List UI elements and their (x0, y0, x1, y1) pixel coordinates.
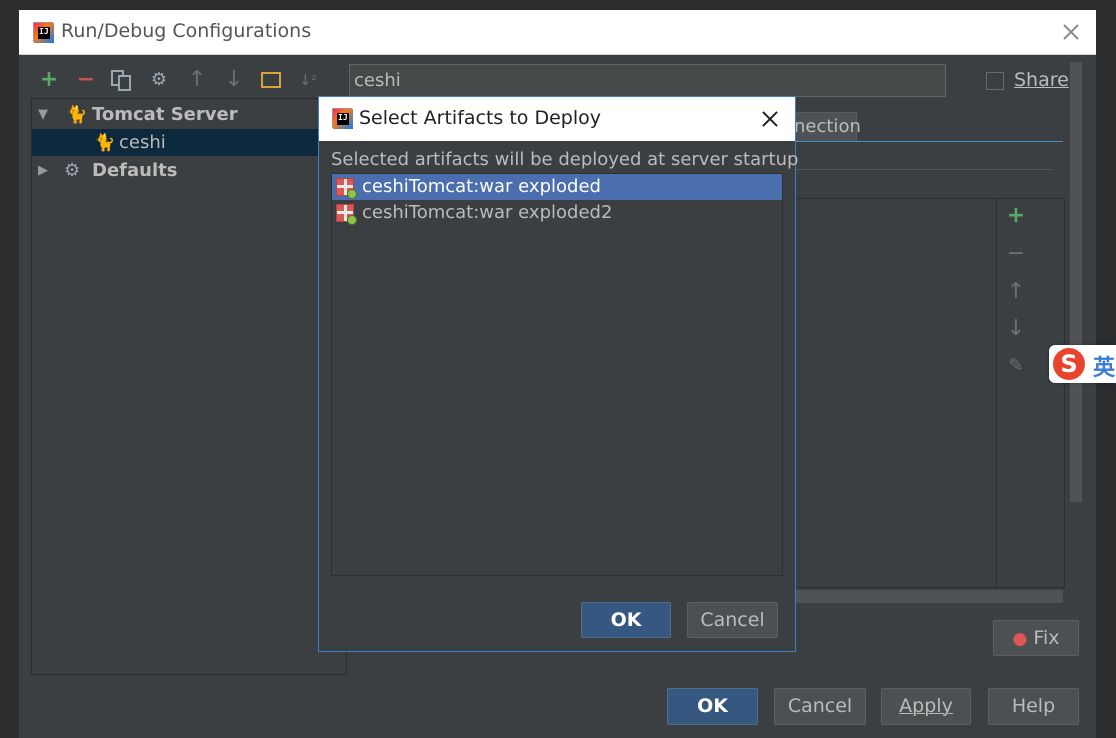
sogou-logo-icon: S (1053, 348, 1085, 380)
chevron-down-icon[interactable]: ▼ (38, 101, 48, 128)
apply-button[interactable]: Apply (881, 688, 971, 725)
config-name-field[interactable]: ceshi (349, 64, 946, 97)
warning-bulb-icon: ● (1012, 629, 1028, 649)
move-up-icon[interactable]: ↑ (185, 68, 209, 92)
share-label[interactable]: Share (1014, 69, 1069, 91)
configurations-tree: ▼ 🐈 Tomcat Server 🐈 ceshi ▶ ⚙ Defaults (31, 98, 347, 675)
dialog-close-icon[interactable] (762, 111, 778, 127)
tree-item-label: ceshi (119, 132, 166, 153)
cancel-button[interactable]: Cancel (774, 688, 866, 725)
tomcat-icon: 🐈 (66, 105, 88, 125)
window-title: Run/Debug Configurations (61, 20, 312, 42)
edit-defaults-icon[interactable]: ⚙ (147, 68, 171, 92)
move-down-icon[interactable]: ↓ (222, 68, 246, 92)
tab-underline (795, 141, 1063, 142)
horizontal-scrollbar[interactable] (795, 590, 1063, 603)
window-close-icon[interactable] (1063, 24, 1079, 40)
tree-item-label: Tomcat Server (92, 104, 238, 125)
help-button[interactable]: Help (988, 688, 1079, 725)
share-checkbox[interactable] (986, 72, 1004, 90)
web-module-badge-icon (347, 189, 357, 199)
dialog-title-bar: IJ Select Artifacts to Deploy (319, 97, 795, 141)
move-up-icon[interactable]: ↑ (1006, 281, 1026, 303)
ime-mode-label: 英 (1093, 356, 1116, 381)
artifact-label: ceshiTomcat:war exploded2 (362, 202, 613, 223)
edit-icon[interactable]: ✎ (1006, 356, 1026, 376)
select-artifacts-dialog: IJ Select Artifacts to Deploy Selected a… (318, 96, 799, 652)
remove-icon[interactable]: − (1006, 243, 1026, 265)
artifacts-list: ceshiTomcat:war exploded ceshiTomcat:war… (331, 173, 783, 576)
ime-toolbar[interactable]: S 英 (1049, 345, 1116, 383)
window-title-bar: IJ Run/Debug Configurations (19, 10, 1096, 55)
add-icon[interactable]: + (37, 68, 61, 92)
fix-button[interactable]: ● Fix (993, 620, 1079, 656)
dialog-description: Selected artifacts will be deployed at s… (331, 149, 799, 170)
wrench-icon: ⚙ (64, 160, 81, 181)
vertical-scrollbar[interactable] (1070, 62, 1082, 502)
dialog-ok-button[interactable]: OK (581, 602, 671, 638)
copy-icon[interactable] (111, 70, 133, 92)
tab-connection[interactable]: nection (794, 112, 861, 142)
divider (996, 198, 997, 588)
web-module-badge-icon (347, 215, 357, 225)
add-icon[interactable]: + (1006, 205, 1026, 227)
tree-item-tomcat-server[interactable]: ▼ 🐈 Tomcat Server (32, 101, 346, 128)
sort-alphabetically-icon[interactable]: ↓ᶻ (296, 68, 320, 92)
tree-item-label: Defaults (92, 160, 178, 181)
divider (795, 169, 1053, 170)
tomcat-config-icon: 🐈 (94, 133, 116, 153)
remove-icon[interactable]: − (74, 68, 98, 92)
move-down-icon[interactable]: ↓ (1006, 318, 1026, 340)
artifact-label: ceshiTomcat:war exploded (362, 176, 601, 197)
tree-item-ceshi[interactable]: 🐈 ceshi (32, 129, 346, 156)
chevron-right-icon[interactable]: ▶ (38, 157, 48, 184)
dialog-cancel-button[interactable]: Cancel (687, 602, 778, 638)
ok-button[interactable]: OK (667, 688, 758, 725)
intellij-logo-icon: IJ (332, 108, 353, 129)
list-item[interactable]: ceshiTomcat:war exploded (332, 174, 782, 200)
intellij-logo-icon: IJ (33, 22, 54, 43)
folder-icon[interactable] (261, 72, 281, 88)
list-item[interactable]: ceshiTomcat:war exploded2 (332, 200, 782, 226)
dialog-title: Select Artifacts to Deploy (359, 107, 601, 129)
tree-item-defaults[interactable]: ▶ ⚙ Defaults (32, 157, 346, 184)
